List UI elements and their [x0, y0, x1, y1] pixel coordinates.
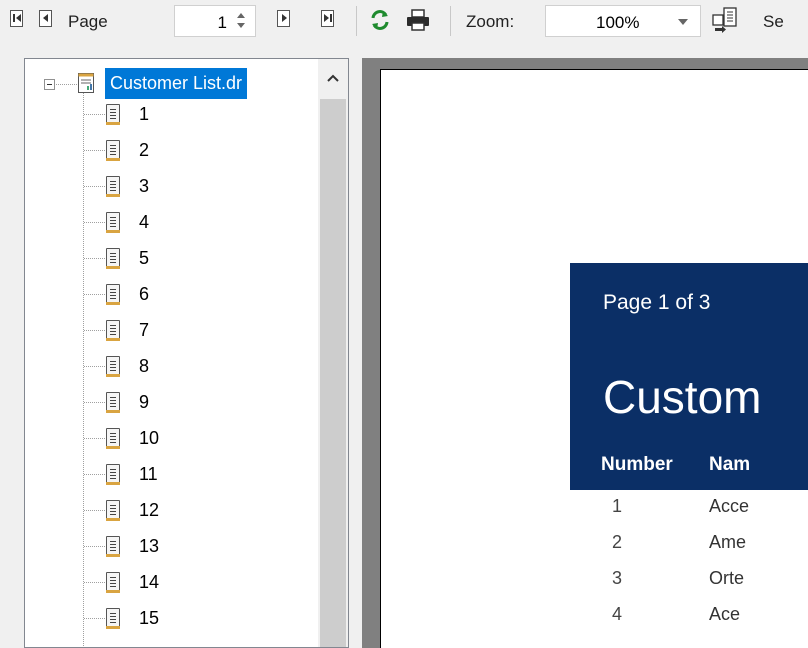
row-name: Acce: [709, 496, 750, 516]
zoom-value: 100%: [596, 13, 640, 32]
outline-scrollbar[interactable]: [318, 59, 348, 647]
report-row: 1 Acce: [570, 490, 808, 526]
refresh-icon[interactable]: [369, 9, 391, 31]
document-outline-tree[interactable]: Customer List.dr 1 2 3 4 5 6 7 8 9 10 11 12 13 14 15: [24, 58, 349, 648]
page-icon: [106, 392, 120, 413]
report-title: Custom: [603, 371, 762, 423]
page-icon: [106, 248, 120, 269]
page-label: Page: [68, 12, 108, 31]
row-number: 1: [612, 496, 623, 516]
report-header: Page 1 of 3 Custom Number Nam: [570, 263, 808, 490]
row-name: Ace: [709, 604, 741, 624]
page-number-input[interactable]: 1: [174, 5, 256, 37]
row-name: Ame: [709, 532, 747, 552]
column-header-name: Nam: [709, 454, 751, 475]
page-number-value: 1: [217, 13, 227, 32]
row-name: Orte: [709, 568, 745, 588]
page-icon: [106, 176, 120, 197]
tree-item-label: 6: [139, 284, 150, 304]
tree-item-label: 8: [139, 356, 150, 376]
tree-item-label: 13: [139, 536, 160, 556]
tree-item-label: 11: [139, 464, 158, 484]
spin-up-icon[interactable]: [237, 13, 245, 18]
tree-item-label: 7: [139, 320, 150, 340]
next-page-button[interactable]: [275, 8, 293, 30]
toolbar-separator: [356, 6, 357, 36]
page-icon: [106, 428, 120, 449]
scroll-up-icon[interactable]: [326, 73, 340, 83]
scrollbar-thumb[interactable]: [320, 99, 346, 647]
column-header-number: Number: [601, 454, 673, 475]
page-icon: [106, 536, 120, 557]
report-preview-area[interactable]: Page 1 of 3 Custom Number Nam 1 Acce 2 Ame 3…: [362, 58, 808, 648]
page-icon: [106, 572, 120, 593]
row-number: 3: [612, 568, 623, 588]
export-icon[interactable]: [712, 7, 738, 33]
page-icon: [106, 356, 120, 377]
print-icon[interactable]: [406, 9, 430, 31]
chevron-down-icon[interactable]: [678, 19, 688, 25]
tree-item-label: 1: [139, 104, 150, 124]
report-row: 4 Ace: [570, 598, 808, 634]
toolbar: Page 1 Zoom: 100% Se: [0, 0, 808, 48]
page-icon: [106, 284, 120, 305]
zoom-label: Zoom:: [466, 12, 515, 31]
page-icon: [106, 140, 120, 161]
page-icon: [106, 464, 120, 485]
last-page-button[interactable]: [319, 8, 337, 30]
page-icon: [106, 500, 120, 521]
tree-item-label: 15: [139, 608, 160, 628]
collapse-icon[interactable]: [44, 79, 55, 90]
toolbar-separator: [450, 6, 451, 36]
tree-item-label: 4: [139, 212, 150, 232]
page-icon: [106, 104, 120, 125]
tree-item-label: 10: [139, 428, 160, 448]
page-spinner[interactable]: [235, 10, 247, 32]
report-row: 3 Orte: [570, 562, 808, 598]
next-page-icon: [277, 10, 290, 27]
page-counter: Page 1 of 3: [603, 291, 711, 314]
last-page-icon: [321, 10, 334, 27]
report-row: 2 Ame: [570, 526, 808, 562]
page-icon: [106, 608, 120, 629]
spin-down-icon[interactable]: [237, 23, 245, 28]
first-page-icon: [10, 10, 23, 27]
tree-item-label: 12: [139, 500, 160, 520]
tree-item-label: 2: [139, 140, 150, 160]
setup-label[interactable]: Se: [763, 12, 784, 32]
tree-item-label: 14: [139, 572, 160, 592]
tree-root-item[interactable]: Customer List.dr: [105, 68, 248, 99]
tree-connector-lines: [56, 84, 105, 647]
tree-item-label: 9: [139, 392, 150, 412]
report-page: Page 1 of 3 Custom Number Nam 1 Acce 2 Ame 3…: [380, 69, 808, 648]
report-document-icon: [78, 73, 94, 93]
previous-page-button[interactable]: [37, 8, 55, 30]
previous-page-icon: [39, 10, 52, 27]
page-icon: [106, 212, 120, 233]
page-icon: [106, 320, 120, 341]
tree-item-label: 3: [139, 176, 150, 196]
row-number: 2: [612, 532, 623, 552]
row-number: 4: [612, 604, 623, 624]
tree-item-label: 5: [139, 248, 150, 268]
first-page-button[interactable]: [8, 8, 26, 30]
zoom-select[interactable]: 100%: [545, 5, 701, 37]
